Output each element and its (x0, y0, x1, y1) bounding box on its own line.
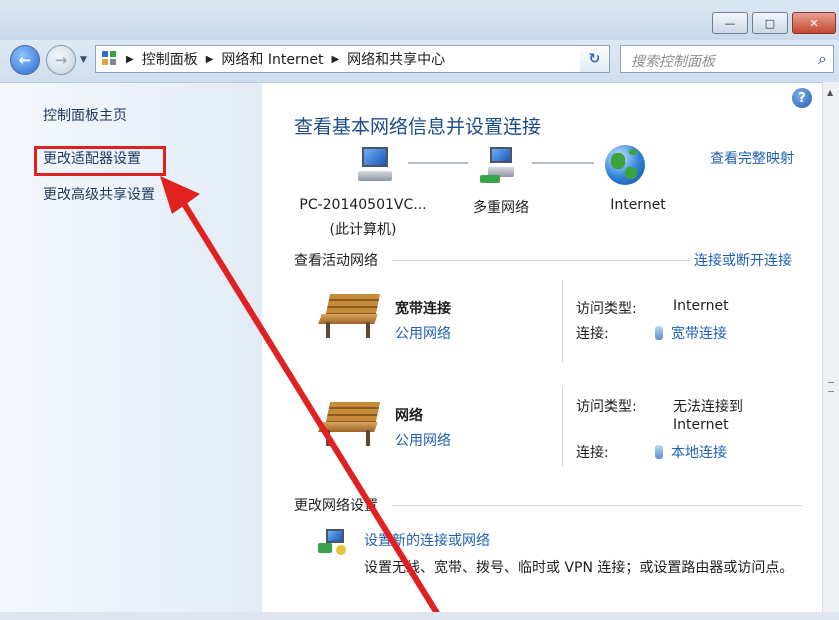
search-icon[interactable]: ⌕ (818, 49, 827, 69)
change-network-settings-label: 更改网络设置 (294, 498, 378, 514)
divider (562, 280, 563, 362)
active-networks-label: 查看活动网络 (294, 253, 378, 269)
network-name: 网络 (395, 408, 423, 424)
network-name: 宽带连接 (395, 301, 451, 317)
page-title: 查看基本网络信息并设置连接 (294, 116, 542, 138)
maximize-button[interactable]: □ (752, 12, 788, 34)
search-placeholder: 搜索控制面板 (631, 54, 715, 70)
control-panel-icon (102, 51, 118, 67)
map-connector (408, 162, 468, 164)
access-type-label: 访问类型: (576, 301, 637, 317)
scroll-up-icon[interactable]: ▲ (827, 88, 833, 97)
connection-plug-icon (655, 326, 663, 340)
refresh-button[interactable]: ↻ (580, 45, 610, 73)
connection-label: 连接: (576, 445, 609, 461)
back-button[interactable]: ← (10, 45, 40, 75)
network-type-link[interactable]: 公用网络 (395, 323, 451, 343)
divider (392, 260, 690, 261)
network-bench-icon (318, 400, 382, 448)
help-button[interactable]: ? (792, 88, 812, 108)
breadcrumb-control-panel[interactable]: 控制面板 (142, 49, 198, 69)
connection-value[interactable]: 宽带连接 (671, 326, 727, 342)
close-button[interactable]: ✕ (792, 12, 836, 34)
network-node-label: 多重网络 (473, 200, 529, 216)
access-type-value: Internet (673, 298, 729, 314)
full-map-link[interactable]: 查看完整映射 (710, 148, 794, 168)
breadcrumb-separator-icon: ▶ (331, 53, 340, 65)
connection-value[interactable]: 本地连接 (671, 445, 727, 461)
map-connector (532, 162, 594, 164)
breadcrumb-separator-icon: ▶ (205, 53, 214, 65)
connection-plug-icon (655, 445, 663, 459)
access-type-label: 访问类型: (576, 399, 637, 415)
search-input[interactable]: 搜索控制面板 ⌕ (620, 45, 834, 73)
sidebar-link-advanced-sharing[interactable]: 更改高级共享设置 (43, 184, 155, 204)
highlight-box (34, 146, 166, 176)
divider (392, 505, 802, 506)
access-type-value: Internet (673, 417, 729, 433)
computer-note-label: (此计算机) (329, 222, 397, 238)
divider (562, 386, 563, 466)
recent-pages-dropdown[interactable]: ▼ (80, 55, 87, 65)
internet-globe-icon (605, 145, 645, 185)
connection-link[interactable]: 本地连接 (655, 442, 727, 462)
access-type-value: 无法连接到 (673, 399, 743, 415)
internet-node-label: Internet (610, 197, 666, 213)
setup-description: 设置无线、宽带、拨号、临时或 VPN 连接；或设置路由器或访问点。 (364, 560, 794, 576)
scroll-grip[interactable] (828, 382, 834, 392)
minimize-button[interactable]: — (712, 12, 748, 34)
window-bottom-edge (0, 612, 839, 620)
network-type-link[interactable]: 公用网络 (395, 430, 451, 450)
new-connection-icon (318, 527, 348, 557)
breadcrumb-network-internet[interactable]: 网络和 Internet (221, 49, 323, 69)
connection-label: 连接: (576, 326, 609, 342)
network-bench-icon (318, 292, 382, 340)
connection-link[interactable]: 宽带连接 (655, 323, 727, 343)
breadcrumb-separator-icon: ▶ (126, 53, 134, 65)
sidebar-link-home[interactable]: 控制面板主页 (43, 105, 127, 125)
forward-button[interactable]: → (46, 45, 76, 75)
setup-new-connection-link[interactable]: 设置新的连接或网络 (364, 530, 490, 550)
computer-name-label: PC-20140501VC... (299, 197, 427, 213)
vertical-scrollbar[interactable]: ▲ (822, 82, 839, 620)
multiple-networks-icon (480, 145, 520, 185)
address-bar[interactable]: ▶ 控制面板 ▶ 网络和 Internet ▶ 网络和共享中心 ▼ (95, 45, 607, 73)
breadcrumb-network-sharing-center[interactable]: 网络和共享中心 (347, 49, 445, 69)
computer-icon (356, 145, 396, 185)
connect-disconnect-link[interactable]: 连接或断开连接 (694, 250, 792, 270)
title-bar: — □ ✕ (0, 0, 839, 42)
